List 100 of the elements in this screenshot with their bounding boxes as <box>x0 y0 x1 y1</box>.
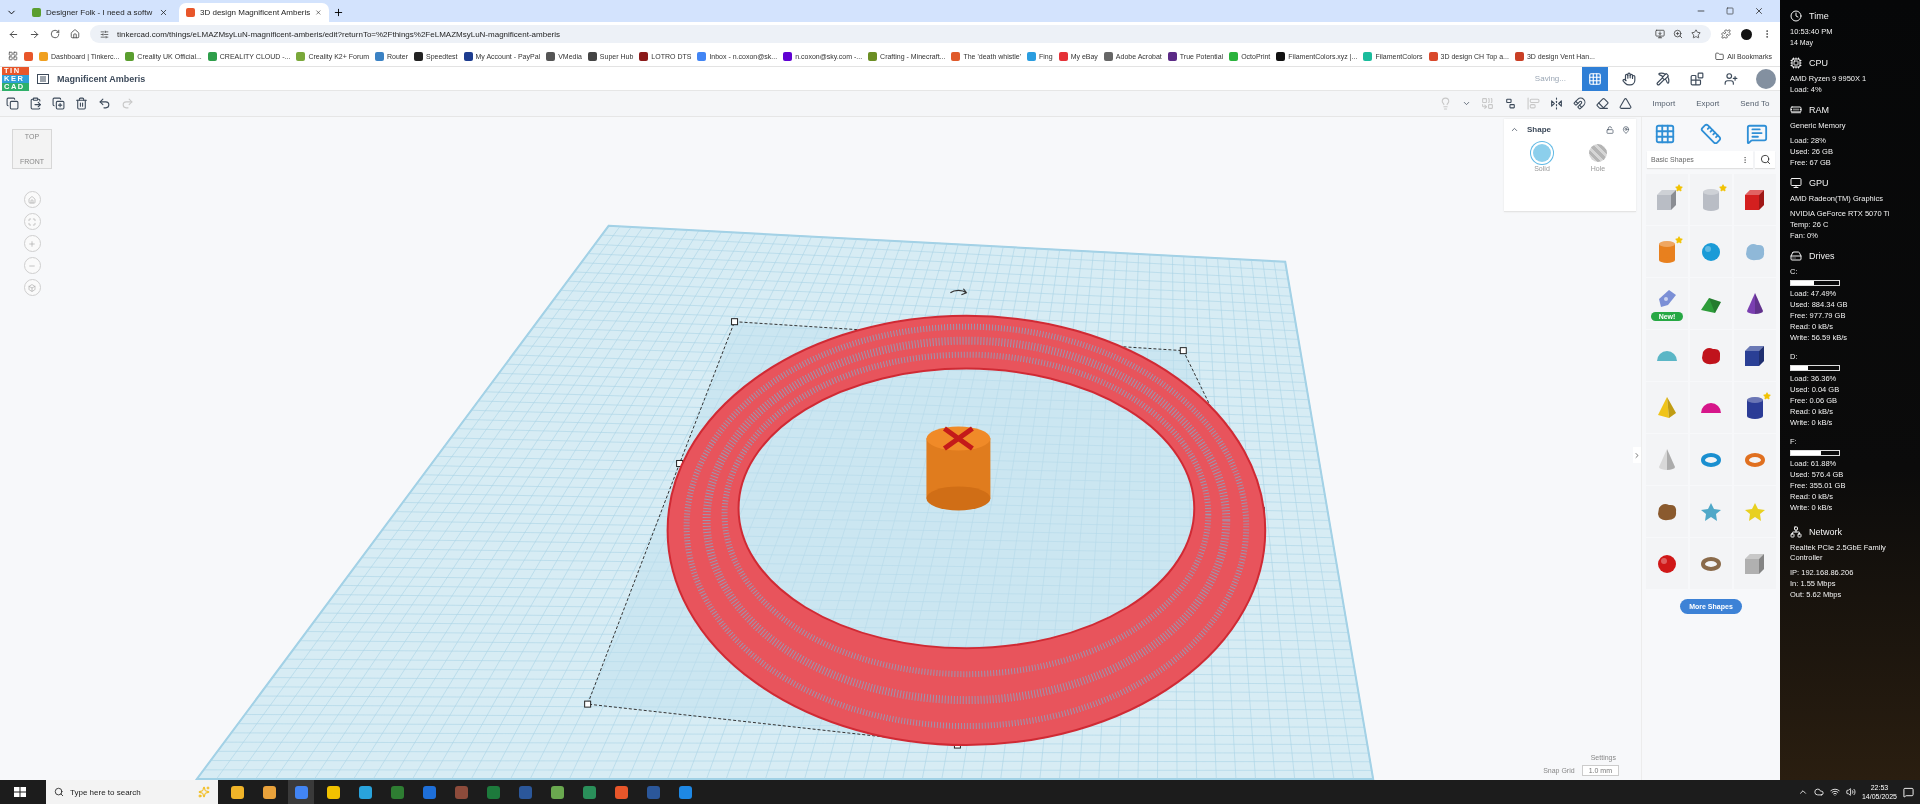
address-bar[interactable]: tinkercad.com/things/eLMAZMsyLuN-magnificent-amberis/edit?returnTo=%2Fthings%2FeLMAZMsyLuN-magnificent-amberis <box>90 25 1711 43</box>
shape-tile[interactable] <box>1690 382 1732 433</box>
back-icon[interactable] <box>8 28 19 40</box>
bookmark-favicon[interactable] <box>414 51 423 61</box>
triangle-icon[interactable] <box>1619 97 1632 110</box>
zoom-in-icon <box>28 239 36 248</box>
shape-tile[interactable] <box>1690 226 1732 277</box>
site-settings-icon[interactable] <box>100 29 109 39</box>
profile-avatar-icon[interactable] <box>1741 28 1752 40</box>
paste-icon[interactable] <box>29 97 42 110</box>
section-title: CPU <box>1809 58 1828 68</box>
notifications-icon[interactable] <box>1903 786 1914 798</box>
bookmark-favicon[interactable] <box>546 51 556 61</box>
cloud-icon[interactable] <box>1813 787 1824 797</box>
shape-tile[interactable] <box>1690 486 1732 537</box>
forward-icon[interactable] <box>29 28 40 40</box>
shape-tile[interactable] <box>1690 434 1732 485</box>
shape-tile[interactable] <box>1734 278 1776 329</box>
cylinder-drawing[interactable] <box>926 426 991 511</box>
note-icon[interactable] <box>1746 123 1768 145</box>
home-icon <box>28 195 36 204</box>
home-icon[interactable] <box>70 29 80 39</box>
close-icon[interactable] <box>315 8 322 17</box>
panel-title: Shape <box>1527 125 1552 134</box>
zoom-icon[interactable] <box>1673 29 1683 39</box>
shape-tile[interactable] <box>1646 486 1688 537</box>
network-icon <box>1790 526 1802 538</box>
shape-tile[interactable] <box>1646 538 1688 589</box>
ruler-icon[interactable] <box>1700 123 1722 145</box>
browser-tab[interactable]: 3D design Magnificent Amberis <box>179 3 329 22</box>
shape-tile[interactable] <box>1646 174 1688 225</box>
pin-icon[interactable] <box>1622 125 1630 134</box>
shape-tile[interactable] <box>1734 382 1776 433</box>
shape-tile[interactable] <box>1734 486 1776 537</box>
close-icon[interactable] <box>1754 6 1764 16</box>
hole-swatch[interactable] <box>1589 144 1607 162</box>
shape-tile[interactable] <box>1734 538 1776 589</box>
action-button[interactable]: Export <box>1694 96 1722 111</box>
tray-chevron-icon[interactable] <box>1797 787 1808 797</box>
close-icon[interactable] <box>159 8 168 17</box>
pickaxe-icon <box>1656 71 1670 86</box>
shape-tile[interactable] <box>1690 330 1732 381</box>
maximize-icon[interactable] <box>1726 7 1734 15</box>
bookmark-star-icon[interactable] <box>1691 29 1701 39</box>
bookmark-favicon[interactable] <box>1167 51 1177 61</box>
network-icon[interactable] <box>1829 787 1840 797</box>
cpu-icon <box>1790 57 1802 69</box>
shape-tile[interactable] <box>1690 174 1732 225</box>
shape-tile[interactable] <box>1734 434 1776 485</box>
collapse-icon[interactable] <box>1510 125 1519 134</box>
trash-icon[interactable] <box>75 97 88 110</box>
taskbar-search-field[interactable]: Type here to search <box>46 780 218 804</box>
shape-tile[interactable] <box>1646 382 1688 433</box>
magnet-icon[interactable] <box>1573 97 1586 110</box>
bookmark-favicon[interactable] <box>783 51 793 61</box>
bricks-icon <box>1690 71 1704 86</box>
memory-icon <box>1790 104 1802 116</box>
bookmark-favicon[interactable] <box>463 51 473 61</box>
extensions-icon[interactable] <box>1721 29 1731 39</box>
solid-swatch[interactable] <box>1533 144 1551 162</box>
caret-icon[interactable] <box>1462 99 1471 108</box>
search-button[interactable] <box>1755 151 1775 168</box>
bookmark-favicon[interactable] <box>639 51 649 61</box>
ungroup-icon[interactable] <box>1504 97 1517 110</box>
eraser-icon[interactable] <box>1596 97 1609 110</box>
new-tab-icon[interactable] <box>333 7 344 18</box>
monitor-icon <box>1790 177 1802 189</box>
apps-icon[interactable] <box>8 51 18 61</box>
design-name[interactable]: Magnificent Amberis <box>57 73 146 84</box>
folder-icon[interactable] <box>1715 51 1725 61</box>
unlock-icon[interactable] <box>1606 125 1614 134</box>
list-icon[interactable] <box>37 73 49 84</box>
install-icon[interactable] <box>1655 29 1665 39</box>
chevron-icon <box>1633 450 1641 460</box>
select-arrows-icon <box>1741 155 1749 164</box>
action-button[interactable]: Import <box>1650 96 1678 111</box>
undo-icon[interactable] <box>98 97 111 110</box>
speaker-icon[interactable] <box>1845 787 1856 797</box>
avatar-circle[interactable] <box>1756 68 1776 89</box>
shape-tile[interactable] <box>1646 434 1688 485</box>
reload-icon[interactable] <box>50 29 60 39</box>
shape-tile[interactable] <box>1646 226 1688 277</box>
copy-icon[interactable] <box>6 97 19 110</box>
shape-tile[interactable] <box>1734 226 1776 277</box>
browser-tab[interactable]: Designer Folk - I need a softw <box>25 3 175 22</box>
search-icon <box>54 787 64 797</box>
shape-tile[interactable] <box>1734 330 1776 381</box>
rotate-arrow-icon[interactable] <box>949 288 967 296</box>
mirror-icon[interactable] <box>1550 97 1563 110</box>
shape-tile[interactable] <box>1690 538 1732 589</box>
shape-tile[interactable] <box>1690 278 1732 329</box>
grid-icon[interactable] <box>1654 123 1676 145</box>
clock-icon <box>1790 10 1802 22</box>
bookmark-favicon[interactable] <box>587 51 597 61</box>
bookmark-favicon[interactable] <box>1276 51 1286 61</box>
action-button[interactable]: Send To <box>1738 96 1772 111</box>
shape-tile[interactable] <box>1646 330 1688 381</box>
shape-tile[interactable] <box>1734 174 1776 225</box>
duplicate-icon[interactable] <box>52 97 65 110</box>
section-title: RAM <box>1809 105 1829 115</box>
